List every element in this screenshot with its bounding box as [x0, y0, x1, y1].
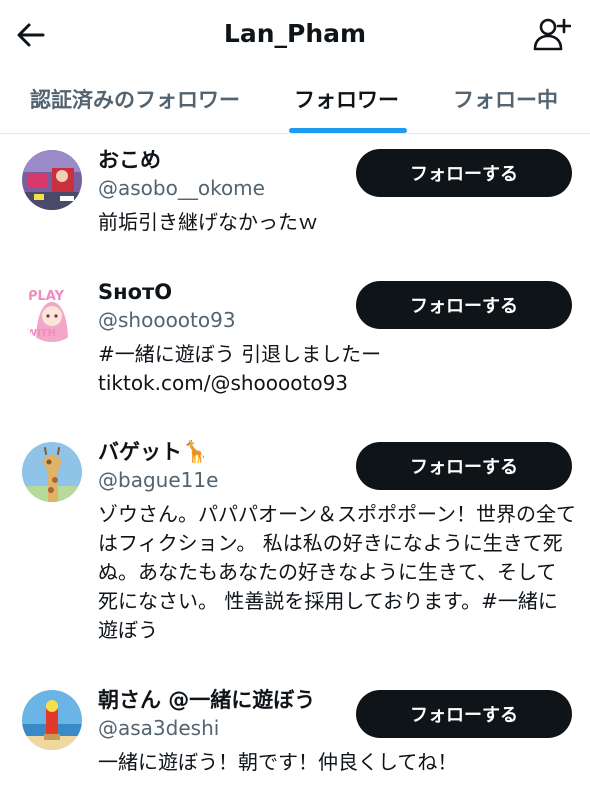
svg-text:PLAY: PLAY	[28, 289, 65, 304]
follow-button[interactable]: フォローする	[356, 690, 572, 738]
beach-character-avatar[interactable]	[22, 690, 82, 750]
tab-verified-followers[interactable]: 認証済みのフォロワー	[30, 68, 240, 134]
user-handle[interactable]: @asa3deshi	[98, 714, 219, 742]
user-row-bague[interactable]: バゲット🦒 @bague11e ゾウさん。パパパオーン＆スポポポーン！世界の全て…	[0, 428, 590, 678]
tab-following[interactable]: フォロー中	[453, 68, 558, 134]
user-bio: #一緒に遊ぼう 引退しましたー tiktok.com/@shooooto93	[98, 342, 382, 395]
add-account-button[interactable]	[532, 14, 572, 54]
follow-button[interactable]: フォローする	[356, 281, 572, 329]
user-handle[interactable]: @shooooto93	[98, 306, 236, 334]
user-row-asa[interactable]: 朝さん @一緒に遊ぼう @asa3deshi 一緒に遊ぼう！朝です！仲良くしてね…	[0, 678, 590, 800]
anime-girl-avatar[interactable]: PLAY WITH	[22, 282, 82, 342]
active-tab-indicator	[289, 128, 407, 133]
game-scene-avatar[interactable]	[22, 150, 82, 210]
user-bio: ゾウさん。パパパオーン＆スポポポーン！世界の全てはフィクション。 私は私の好きに…	[98, 502, 576, 642]
user-bio: 前垢引き継げなかったｗ	[98, 210, 318, 234]
giraffe-avatar[interactable]	[22, 442, 82, 502]
top-bar: Lan_Pham	[0, 0, 590, 68]
user-bio: 一緒に遊ぼう！朝です！仲良くしてね！	[98, 750, 458, 774]
user-handle[interactable]: @asobo__okome	[98, 174, 265, 202]
follow-button[interactable]: フォローする	[356, 442, 572, 490]
person-plus-icon	[533, 18, 571, 51]
user-name[interactable]: バゲット🦒	[98, 438, 208, 466]
user-handle[interactable]: @bague11e	[98, 466, 218, 494]
tab-followers[interactable]: フォロワー	[294, 68, 399, 134]
user-name[interactable]: 朝さん @一緒に遊ぼう	[98, 686, 315, 714]
page-title: Lan_Pham	[223, 19, 367, 48]
tab-bar: 認証済みのフォロワー フォロワー フォロー中	[0, 68, 590, 134]
svg-text:WITH: WITH	[26, 328, 56, 339]
user-row-shoto[interactable]: PLAY WITH SʜᴏᴛO @shooooto93 #一緒に遊ぼう 引退しま…	[0, 264, 590, 428]
user-name[interactable]: SʜᴏᴛO	[98, 278, 172, 306]
user-name[interactable]: おこめ	[98, 146, 161, 174]
user-row-okome[interactable]: おこめ @asobo__okome 前垢引き継げなかったｗ フォローする	[0, 134, 590, 264]
follow-button[interactable]: フォローする	[356, 149, 572, 197]
